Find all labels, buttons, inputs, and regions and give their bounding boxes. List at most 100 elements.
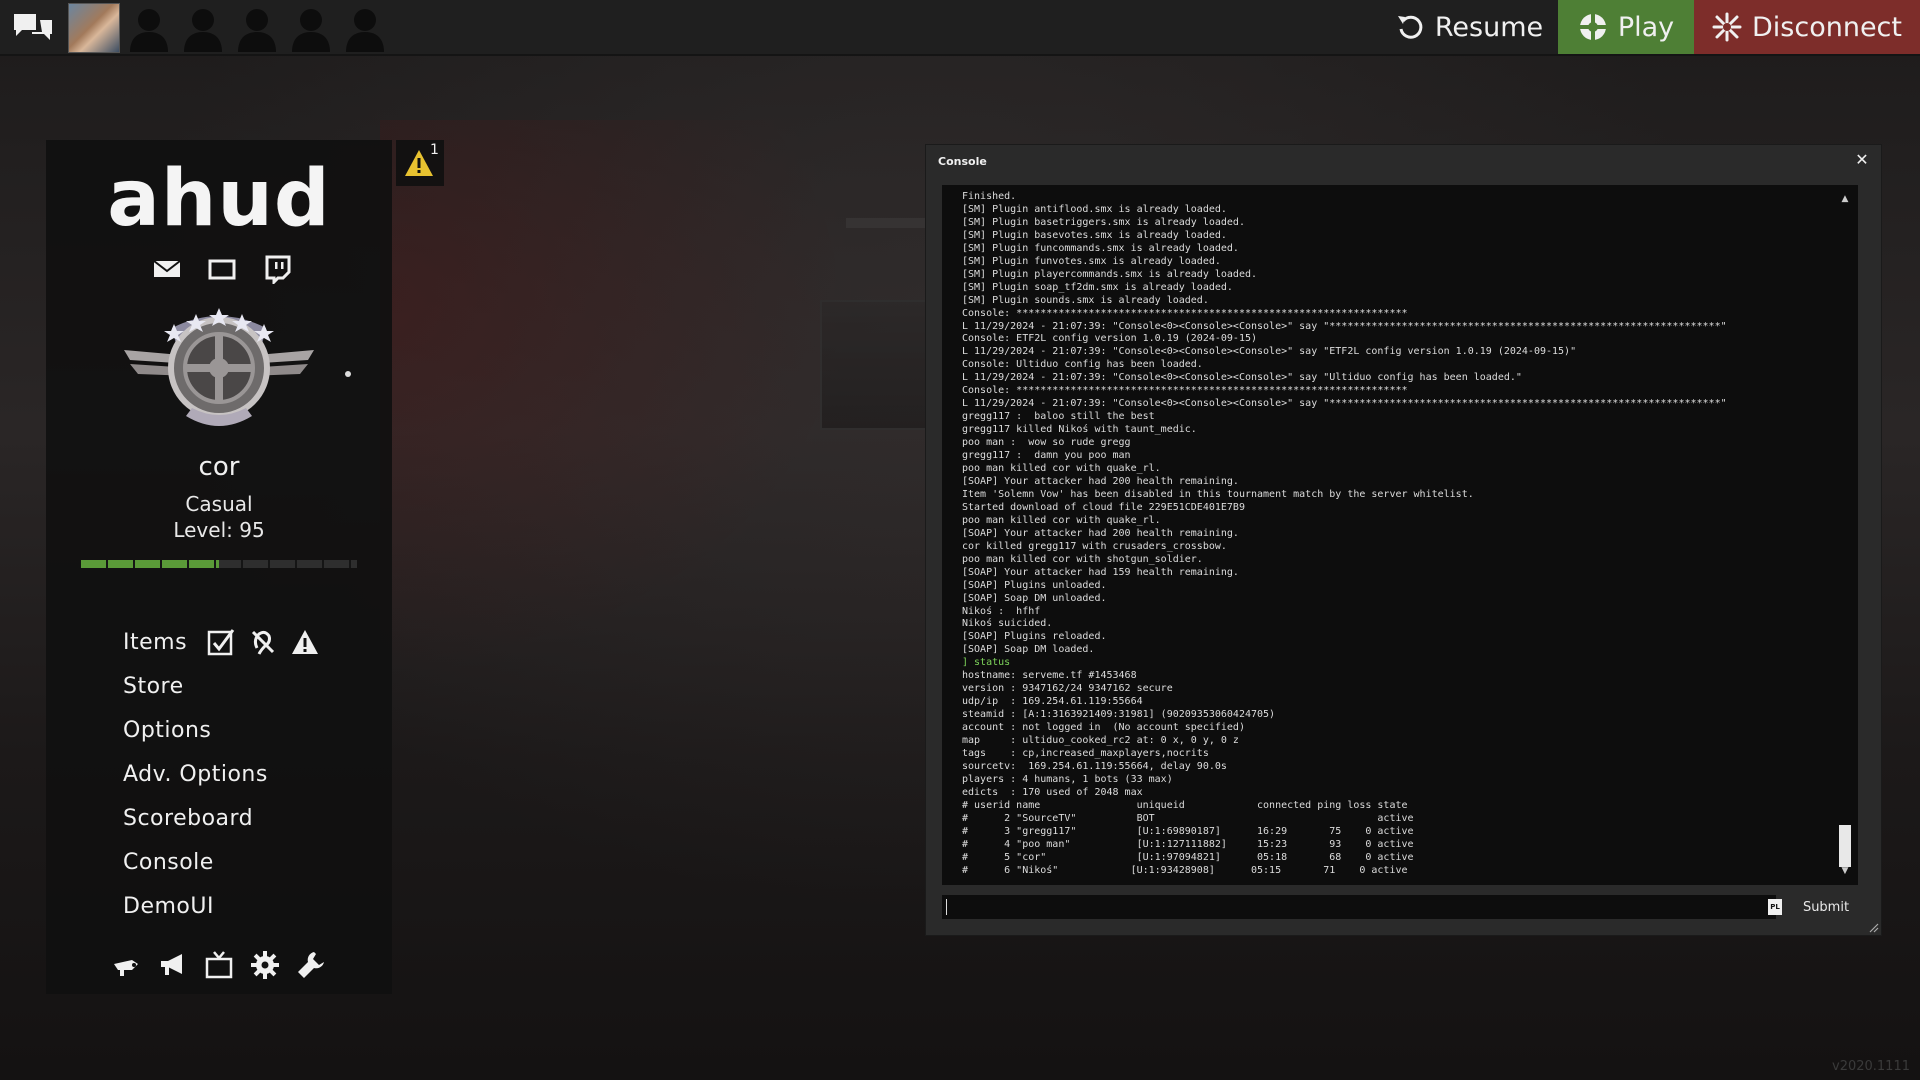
player-level: Level: 95 bbox=[173, 518, 265, 542]
console-line: [SM] Plugin basetriggers.smx is already … bbox=[962, 216, 1245, 228]
console-line: Nikoś suicided. bbox=[962, 618, 1053, 630]
empty-friend-slot-icon[interactable] bbox=[286, 4, 336, 52]
console-line: gregg117 killed Nikoś with taunt_medic. bbox=[962, 424, 1197, 436]
training-icon[interactable] bbox=[112, 950, 142, 980]
console-line: poo man : wow so rude gregg bbox=[962, 437, 1131, 449]
console-line: L 11/29/2024 - 21:07:39: "Console<0><Con… bbox=[962, 320, 1727, 332]
console-line: hostname: serveme.tf #1453468 bbox=[962, 670, 1137, 682]
quick-access-icons bbox=[112, 948, 326, 982]
menu-item-label: Scoreboard bbox=[123, 805, 254, 831]
console-line: [SOAP] Plugins reloaded. bbox=[962, 631, 1107, 643]
megaphone-icon[interactable] bbox=[158, 950, 188, 980]
submit-button[interactable]: Submit bbox=[1792, 895, 1860, 919]
console-line: map : ultiduo_cooked_rc2 at: 0 x, 0 y, 0… bbox=[962, 735, 1239, 747]
console-scrollbar[interactable]: ▲ ▼ bbox=[1838, 193, 1852, 877]
console-line: players : 4 humans, 1 bots (33 max) bbox=[962, 773, 1173, 785]
console-output[interactable]: Finished. [SM] Plugin antiflood.smx is al… bbox=[942, 185, 1858, 885]
console-line: [SOAP] Your attacker had 200 health rema… bbox=[962, 527, 1239, 539]
console-line: tags : cp,increased_maxplayers,nocrits bbox=[962, 747, 1209, 759]
disconnect-button[interactable]: Disconnect bbox=[1694, 0, 1920, 54]
console-line: udp/ip : 169.254.61.119:55664 bbox=[962, 696, 1143, 708]
resume-button[interactable]: Resume bbox=[1380, 0, 1558, 54]
console-line: Console: ETF2L config version 1.0.19 (20… bbox=[962, 333, 1258, 345]
console-line: version : 9347162/24 9347162 secure bbox=[962, 683, 1173, 695]
console-line: steamid : [A:1:3163921409:31981] (902093… bbox=[962, 709, 1276, 721]
console-line: Finished. bbox=[962, 191, 1017, 202]
menu-item-store[interactable]: Store bbox=[123, 664, 383, 708]
close-icon[interactable]: ✕ bbox=[1853, 151, 1871, 169]
console-line: gregg117 : damn you poo man bbox=[962, 450, 1131, 462]
console-line: Console: *******************************… bbox=[962, 307, 1408, 319]
console-line: poo man killed cor with quake_rl. bbox=[962, 514, 1161, 526]
twitch-icon[interactable] bbox=[262, 254, 292, 284]
console-line: Nikoś : hfhf bbox=[962, 605, 1041, 617]
language-indicator: PL bbox=[1768, 899, 1782, 915]
console-line: [SOAP] Soap DM loaded. bbox=[962, 644, 1095, 656]
console-line: [SOAP] Soap DM unloaded. bbox=[962, 592, 1107, 604]
main-menu: Items Store Options Adv. Options Scorebo… bbox=[123, 620, 383, 928]
rank-indicator-dot bbox=[345, 371, 351, 377]
notification-count: 1 bbox=[430, 142, 439, 158]
checkbox-checked-icon[interactable] bbox=[207, 628, 235, 656]
top-bar: Resume Play Disconnect bbox=[0, 0, 1920, 56]
main-menu-panel: ahud cor Casual Level: 95 Items Store Op… bbox=[46, 140, 392, 994]
console-command-input[interactable] bbox=[942, 895, 1776, 919]
console-line: # 2 "SourceTV" BOT active bbox=[962, 812, 1414, 824]
window-icon[interactable] bbox=[207, 254, 237, 284]
console-line: account : not logged in (No account spec… bbox=[962, 722, 1245, 734]
hud-title: ahud bbox=[107, 154, 331, 244]
social-links bbox=[152, 252, 292, 286]
resize-grip-icon[interactable] bbox=[1867, 921, 1879, 933]
background-light-strip bbox=[846, 218, 926, 228]
scroll-up-arrow-icon[interactable]: ▲ bbox=[1838, 193, 1852, 205]
console-line: # userid name uniqueid connected ping lo… bbox=[962, 799, 1408, 811]
play-button[interactable]: Play bbox=[1558, 0, 1694, 54]
version-tag: v2020.1111 bbox=[1832, 1059, 1910, 1074]
tv-icon[interactable] bbox=[204, 950, 234, 980]
console-line: [SM] Plugin basevotes.smx is already loa… bbox=[962, 229, 1227, 241]
empty-friend-slot-icon[interactable] bbox=[340, 4, 390, 52]
console-line: Item 'Solemn Vow' has been disabled in t… bbox=[962, 488, 1474, 500]
menu-item-scoreboard[interactable]: Scoreboard bbox=[123, 796, 383, 840]
background-shadow bbox=[380, 120, 940, 740]
level-progress-bar bbox=[81, 560, 357, 568]
console-line: edicts : 170 used of 2048 max bbox=[962, 786, 1143, 798]
console-line: ] status bbox=[962, 657, 1011, 669]
empty-friend-slot-icon[interactable] bbox=[232, 4, 282, 52]
console-window[interactable]: Console ✕ Finished. [SM] Plugin antiflood… bbox=[925, 144, 1882, 936]
console-line: [SOAP] Your attacker had 159 health rema… bbox=[962, 566, 1239, 578]
friend-avatar[interactable] bbox=[68, 3, 120, 53]
empty-friend-slot-icon[interactable] bbox=[178, 4, 228, 52]
wrench-icon[interactable] bbox=[296, 950, 326, 980]
menu-item-adv-options[interactable]: Adv. Options bbox=[123, 752, 383, 796]
empty-friend-slot-icon[interactable] bbox=[124, 4, 174, 52]
play-label: Play bbox=[1617, 11, 1675, 43]
console-line: poo man killed cor with quake_rl. bbox=[962, 463, 1161, 475]
menu-item-demoui[interactable]: DemoUI bbox=[123, 884, 383, 928]
rank-emblem-icon[interactable] bbox=[116, 298, 322, 438]
menu-item-label: Console bbox=[123, 849, 214, 875]
menu-item-options[interactable]: Options bbox=[123, 708, 383, 752]
menu-item-items[interactable]: Items bbox=[123, 620, 383, 664]
notification-badge[interactable]: 1 bbox=[396, 140, 444, 186]
warning-icon[interactable] bbox=[291, 628, 319, 656]
console-line: poo man killed cor with shotgun_soldier. bbox=[962, 553, 1203, 565]
tf2-logo-icon bbox=[1579, 14, 1606, 40]
menu-item-console[interactable]: Console bbox=[123, 840, 383, 884]
console-line: gregg117 : baloo still the best bbox=[962, 411, 1155, 423]
menu-item-label: Adv. Options bbox=[123, 761, 268, 787]
chat-icon[interactable] bbox=[10, 8, 56, 48]
items-status-icons bbox=[207, 628, 319, 656]
disconnect-label: Disconnect bbox=[1752, 11, 1902, 43]
console-line: [SM] Plugin funcommands.smx is already l… bbox=[962, 242, 1239, 254]
scroll-down-arrow-icon[interactable]: ▼ bbox=[1838, 865, 1852, 877]
gear-icon[interactable] bbox=[250, 950, 280, 980]
mail-icon[interactable] bbox=[152, 254, 182, 284]
scroll-thumb[interactable] bbox=[1839, 825, 1851, 867]
menu-item-label: Items bbox=[123, 629, 188, 655]
console-line: L 11/29/2024 - 21:07:39: "Console<0><Con… bbox=[962, 372, 1522, 384]
crossed-foot-icon[interactable] bbox=[249, 628, 277, 656]
menu-item-label: DemoUI bbox=[123, 893, 214, 919]
disconnect-icon bbox=[1712, 12, 1742, 42]
console-line: [SM] Plugin antiflood.smx is already loa… bbox=[962, 203, 1227, 215]
